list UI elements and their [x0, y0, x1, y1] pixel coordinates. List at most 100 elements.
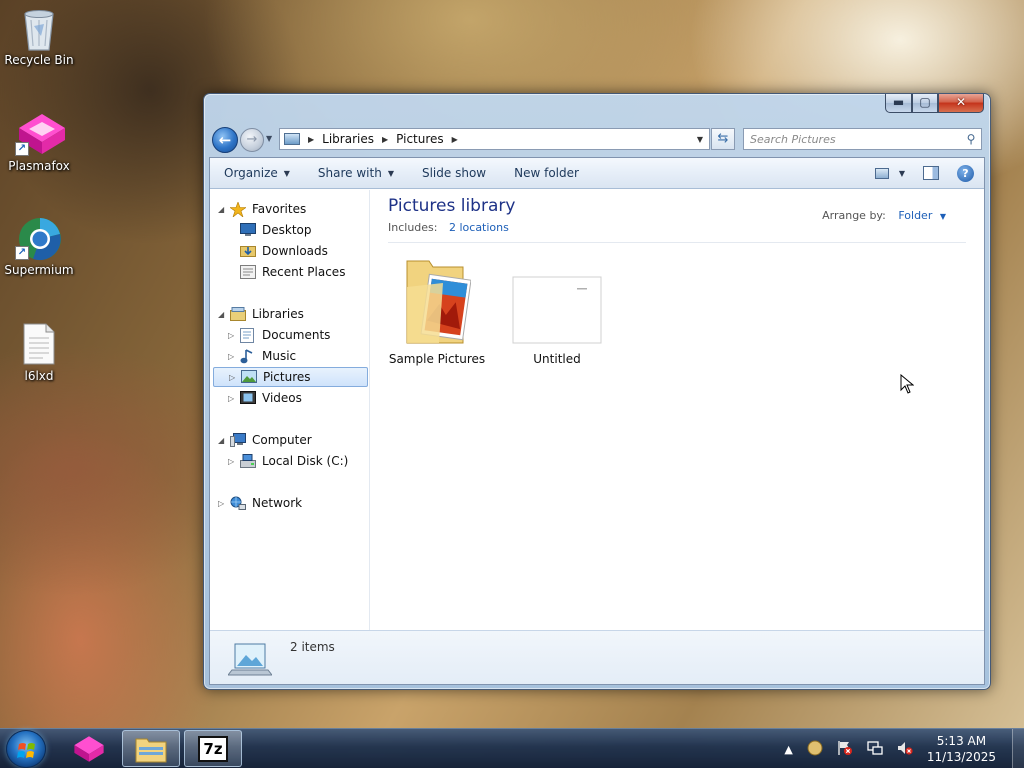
help-button[interactable]: ? — [957, 164, 974, 182]
image-file-icon — [511, 253, 603, 349]
close-button[interactable]: ✕ — [938, 94, 984, 113]
item-count: 2 items — [290, 640, 335, 654]
nav-item-label: Documents — [262, 328, 331, 342]
videos-icon — [240, 391, 256, 405]
nav-item-desktop[interactable]: Desktop — [238, 220, 312, 240]
nav-item-music[interactable]: ▷ Music — [228, 346, 296, 366]
navigation-pane: ◢ Favorites Desktop Downloads Recent Pla… — [210, 190, 370, 632]
collapsed-arrow-icon[interactable]: ▷ — [228, 331, 238, 340]
nav-item-documents[interactable]: ▷ Documents — [228, 325, 330, 345]
breadcrumb-pictures[interactable]: Pictures — [396, 132, 444, 146]
chevron-down-icon[interactable]: ▼ — [940, 212, 946, 221]
tray-app-icon[interactable] — [807, 740, 823, 759]
taskbar-explorer-button[interactable] — [122, 730, 180, 767]
includes-locations-link[interactable]: 2 locations — [449, 221, 509, 234]
back-arrow-icon: ← — [218, 131, 232, 149]
desktop-icon-text-file[interactable]: l6lxd — [1, 322, 77, 383]
nav-item-label: Desktop — [262, 223, 312, 237]
search-box[interactable]: ⚲ — [743, 128, 982, 150]
minimize-button[interactable]: ▬ — [885, 94, 912, 113]
recycle-bin-icon — [17, 6, 61, 51]
preview-pane-button[interactable] — [923, 166, 939, 180]
address-bar[interactable]: ▶ Libraries ▶ Pictures ▶ ▼ — [279, 128, 710, 150]
nav-item-libraries[interactable]: ◢ Libraries — [218, 304, 304, 324]
system-clock[interactable]: 5:13 AM 11/13/2025 — [927, 733, 996, 765]
network-status-icon[interactable] — [867, 740, 883, 759]
address-history-dropdown[interactable]: ▼ — [689, 134, 709, 144]
expanded-arrow-icon[interactable]: ◢ — [218, 436, 228, 445]
desktop-icon-label: Plasmafox — [8, 159, 70, 173]
nav-item-recent-places[interactable]: Recent Places — [238, 262, 345, 282]
back-button[interactable]: ← — [212, 127, 238, 153]
breadcrumb-libraries[interactable]: Libraries — [322, 132, 374, 146]
desktop-icon — [240, 223, 256, 237]
documents-icon — [240, 328, 256, 343]
slide-show-button[interactable]: Slide show — [422, 166, 486, 180]
nav-item-label: Recent Places — [262, 265, 346, 279]
show-hidden-icons-button[interactable]: ▲ — [784, 743, 792, 756]
nav-item-label: Network — [252, 496, 303, 510]
libraries-icon — [230, 307, 246, 321]
new-folder-button[interactable]: New folder — [514, 166, 579, 180]
change-view-button[interactable]: ▼ — [874, 167, 905, 179]
library-title: Pictures library — [388, 196, 516, 216]
collapsed-arrow-icon[interactable]: ▷ — [229, 373, 239, 382]
refresh-button[interactable]: ⇆ — [711, 128, 735, 150]
nav-item-pictures[interactable]: ▷ Pictures — [213, 367, 368, 387]
file-item-label: Untitled — [533, 352, 581, 366]
taskbar: 7z ▲ 5:13 AM 11/13/2025 — [0, 728, 1024, 768]
file-item-untitled[interactable]: Untitled — [507, 253, 607, 366]
desktop-icon-label: l6lxd — [24, 369, 54, 383]
nav-item-favorites[interactable]: ◢ Favorites — [218, 199, 306, 219]
nav-item-network[interactable]: ▷ Network — [218, 493, 302, 513]
collapsed-arrow-icon[interactable]: ▷ — [228, 352, 238, 361]
nav-item-computer[interactable]: ◢ Computer — [218, 430, 312, 450]
taskbar-7zip-button[interactable]: 7z — [184, 730, 242, 767]
nav-item-label: Music — [262, 349, 297, 363]
start-button[interactable] — [6, 730, 46, 768]
includes-label: Includes: — [388, 221, 438, 234]
nav-item-label: Videos — [262, 391, 302, 405]
file-item-sample-pictures[interactable]: Sample Pictures — [387, 253, 487, 366]
desktop-icon-recycle-bin[interactable]: Recycle Bin — [1, 6, 77, 67]
nav-item-local-disk[interactable]: ▷ Local Disk (C:) — [228, 451, 348, 471]
refresh-icon: ⇆ — [717, 131, 729, 146]
search-input[interactable] — [744, 130, 961, 148]
search-icon[interactable]: ⚲ — [961, 132, 981, 146]
show-desktop-button[interactable] — [1012, 729, 1024, 768]
expanded-arrow-icon[interactable]: ◢ — [218, 205, 228, 214]
expanded-arrow-icon[interactable]: ◢ — [218, 310, 228, 319]
breadcrumb-separator-icon[interactable]: ▶ — [452, 135, 458, 144]
taskbar-plasmafox-button[interactable] — [60, 730, 118, 767]
maximize-button[interactable]: ▢ — [912, 94, 938, 113]
forward-button[interactable]: → — [240, 128, 264, 152]
nav-item-downloads[interactable]: Downloads — [238, 241, 328, 261]
chevron-down-icon[interactable]: ▼ — [899, 169, 905, 178]
7zip-label: 7z — [203, 739, 223, 758]
breadcrumb-separator-icon[interactable]: ▶ — [308, 135, 314, 144]
desktop-icon-supermium[interactable]: ↗ Supermium — [1, 216, 77, 277]
explorer-window: ▬ ▢ ✕ ← → ▼ ▶ Libraries ▶ Pictures ▶ ▼ ⇆… — [203, 93, 991, 690]
supermium-icon: ↗ — [15, 216, 61, 261]
hard-drive-icon — [240, 454, 256, 468]
desktop-icon-plasmafox[interactable]: ↗ Plasmafox — [1, 112, 77, 173]
organize-button[interactable]: Organize ▼ — [224, 166, 290, 180]
volume-muted-icon[interactable] — [897, 740, 913, 759]
chevron-down-icon: ▼ — [283, 168, 290, 178]
collapsed-arrow-icon[interactable]: ▷ — [218, 499, 228, 508]
arrange-by-dropdown[interactable]: Folder — [898, 209, 932, 222]
recent-pages-dropdown[interactable]: ▼ — [266, 134, 272, 143]
library-icon — [284, 133, 300, 145]
nav-item-label: Libraries — [252, 307, 304, 321]
nav-item-videos[interactable]: ▷ Videos — [228, 388, 302, 408]
collapsed-arrow-icon[interactable]: ▷ — [228, 457, 238, 466]
network-icon — [230, 496, 246, 510]
collapsed-arrow-icon[interactable]: ▷ — [228, 394, 238, 403]
caption-buttons: ▬ ▢ ✕ — [885, 94, 984, 113]
organize-label: Organize — [224, 166, 278, 180]
share-with-button[interactable]: Share with ▼ — [318, 166, 394, 180]
breadcrumb-separator-icon[interactable]: ▶ — [382, 135, 388, 144]
windows-logo-icon — [17, 743, 35, 758]
explorer-content-frame: Organize ▼ Share with ▼ Slide show New f… — [209, 157, 985, 685]
action-center-flag-icon[interactable] — [837, 740, 853, 759]
